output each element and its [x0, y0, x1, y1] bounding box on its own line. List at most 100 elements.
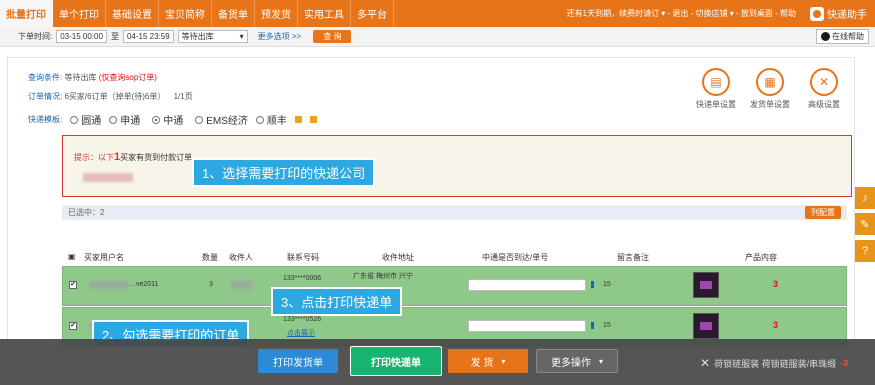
tab-single-print[interactable]: 单个打印	[53, 0, 106, 27]
radio-label: 顺丰	[266, 116, 287, 127]
radio-shunfeng[interactable]: 顺丰	[255, 112, 287, 127]
remark: 15	[603, 281, 611, 288]
more-options-link[interactable]: 更多选项 >>	[258, 31, 302, 42]
quantity: 3	[209, 281, 213, 288]
address: 广东省 梅州市 兴宁	[353, 273, 413, 280]
delivery-form-icon: ▦	[756, 68, 784, 96]
print-express-button[interactable]: 打印快递单	[350, 346, 442, 376]
selected-count: 已选中：2	[68, 208, 105, 217]
highlight-bar	[52, 264, 60, 338]
chevron-down-icon: ▾	[239, 32, 244, 41]
row-checkbox[interactable]: ✔	[69, 281, 77, 289]
product-count: 3	[773, 320, 779, 330]
online-help-button[interactable]: 在线帮助	[816, 29, 869, 44]
radio-label: 中通	[163, 116, 184, 127]
column-config-button[interactable]: 列配置	[805, 206, 841, 219]
col-product: 产品内容	[745, 253, 777, 262]
tab-multi-platform[interactable]: 多平台	[351, 0, 394, 27]
phone: 133****0006	[283, 275, 322, 282]
delivery-settings-button[interactable]: ▦ 发货单设置	[749, 68, 791, 110]
blurred-buyer	[83, 173, 133, 182]
phone: 133****0526	[283, 316, 322, 323]
order-status-label: 订单情况:	[28, 92, 63, 101]
table-row[interactable]: ✔ …ve2011 3 133****0006 广东省 梅州市 兴宁 15 3	[62, 266, 847, 306]
select-all-checkbox[interactable]: ▣	[68, 252, 76, 261]
product-thumbnail	[693, 272, 719, 298]
col-address: 收件地址	[382, 253, 414, 262]
express-form-icon: ▤	[702, 68, 730, 96]
action-bar: 打印发货单 打印快递单 发 货 ▾ 更多操作 ▾ ✕ 荷锁链服装 荷锁链服装/串珠缎…	[0, 339, 875, 385]
product-count: 3	[773, 279, 779, 289]
radio-label: 圆通	[81, 116, 102, 127]
edit-template-icon[interactable]	[309, 116, 317, 123]
more-actions-label: 更多操作	[550, 357, 591, 369]
hint-box: 提示：以下1买家有货到付款订单	[62, 135, 852, 197]
add-template-icon[interactable]	[294, 116, 302, 123]
express-settings-button[interactable]: ▤ 快递单设置	[695, 68, 737, 110]
helper-logo: 快递助手	[810, 6, 867, 21]
help-icon[interactable]: ?	[855, 240, 875, 262]
flag-icon	[591, 322, 594, 329]
qq-icon	[821, 32, 830, 41]
radio-dot-icon	[152, 115, 161, 124]
tool-label: 发货单设置	[750, 100, 790, 109]
order-status: 订单情况: 6买家/6订单（掉单(待)6单） 1/1页	[28, 91, 193, 102]
settings-tools: ▤ 快递单设置 ▦ 发货单设置 ✕ 高级设置	[695, 68, 845, 110]
helper-icon	[810, 6, 824, 21]
show-address-link[interactable]: 点击展示	[287, 328, 315, 338]
note-icon[interactable]: ✎	[855, 213, 875, 235]
bell-icon[interactable]: ♪	[855, 187, 875, 209]
status-value: 等待出库	[181, 32, 214, 41]
row-checkbox[interactable]: ✔	[69, 322, 77, 330]
advanced-settings-button[interactable]: ✕ 高级设置	[803, 68, 845, 110]
radio-dot-icon	[70, 115, 79, 124]
filter-bar: 下单时间: 03-15 00:00 至 04-15 23:59 等待出库 ▾ 更…	[0, 27, 875, 47]
radio-dot-icon	[109, 115, 118, 124]
nav-account-links[interactable]: 还有1天到期，续费时请订 ▾ - 退出 - 切换店铺 ▾ - 放到桌面 - 帮助	[567, 8, 796, 19]
status-select[interactable]: 等待出库 ▾	[177, 30, 248, 43]
radio-zhongtong[interactable]: 中通	[148, 110, 188, 129]
table-header: ▣ 买家用户名 数量 收件人 联系号码 收件地址 中通是否到达/单号 留言备注 …	[62, 250, 847, 264]
radio-ems[interactable]: EMS经济	[195, 112, 248, 127]
tab-item-abbrev[interactable]: 宝贝简称	[159, 0, 212, 27]
date-to-input[interactable]: 04-15 23:59	[122, 30, 174, 43]
query-button[interactable]: 查 询	[313, 30, 352, 43]
tab-tools[interactable]: 实用工具	[298, 0, 351, 27]
col-express-no: 中通是否到达/单号	[482, 253, 549, 262]
radio-dot-icon	[255, 115, 264, 124]
tracking-number-input[interactable]	[468, 279, 586, 291]
date-from-input[interactable]: 03-15 00:00	[56, 30, 107, 43]
radio-label: EMS经济	[206, 116, 248, 127]
product-summary-count: -3	[840, 358, 849, 368]
order-time-label: 下单时间:	[18, 32, 53, 41]
order-pages: 1/1页	[173, 92, 193, 101]
col-phone: 联系号码	[287, 253, 319, 262]
tool-label: 高级设置	[808, 100, 840, 109]
tab-pre-ship[interactable]: 预发货	[255, 0, 298, 27]
ship-button[interactable]: 发 货 ▾	[448, 349, 528, 373]
hint-suffix: 买家有货到付款订单	[120, 153, 193, 162]
print-delivery-button[interactable]: 打印发货单	[258, 349, 338, 373]
more-actions-button[interactable]: 更多操作 ▾	[536, 349, 618, 373]
close-icon[interactable]: ✕	[700, 356, 710, 370]
hint-prefix: 提示：以下	[74, 153, 114, 162]
query-condition-note: (仅查询sop订单)	[98, 73, 157, 82]
tab-stock-list[interactable]: 备货单	[212, 0, 255, 27]
radio-shentong[interactable]: 申通	[109, 112, 140, 127]
tab-basic-settings[interactable]: 基础设置	[106, 0, 159, 27]
callout-step-3: 3、点击打印快递单	[271, 287, 403, 316]
radio-yuantong[interactable]: 圆通	[70, 112, 101, 127]
hint-text: 提示：以下1买家有货到付款订单	[74, 151, 192, 163]
express-template-label: 快递模板:	[28, 115, 63, 124]
order-status-value: 6买家/6订单（掉单(待)6单）	[64, 92, 166, 101]
col-qty: 数量	[202, 253, 218, 262]
remark: 15	[603, 322, 611, 329]
tab-batch-print[interactable]: 批量打印	[0, 0, 53, 27]
col-remark: 留言备注	[617, 253, 649, 262]
tracking-number-input[interactable]	[468, 320, 586, 332]
col-receiver: 收件人	[229, 253, 253, 262]
online-help-label: 在线帮助	[832, 32, 864, 41]
col-buyer: 买家用户名	[84, 253, 124, 262]
helper-label: 快递助手	[827, 10, 867, 21]
selected-bar: 已选中：2 列配置	[62, 205, 847, 220]
